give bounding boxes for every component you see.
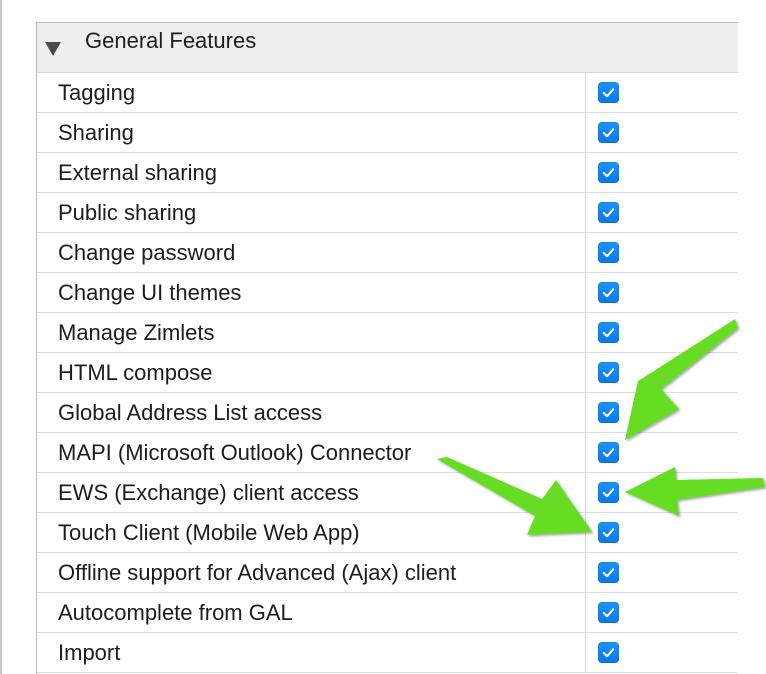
feature-checkbox-cell (586, 393, 738, 432)
checkbox-checked-icon[interactable] (598, 522, 619, 543)
feature-label: Global Address List access (37, 393, 586, 432)
checkbox-checked-icon[interactable] (598, 442, 619, 463)
feature-label: Offline support for Advanced (Ajax) clie… (37, 553, 586, 592)
feature-row-change-password: Change password (37, 233, 738, 273)
section-header[interactable]: General Features (37, 23, 738, 73)
feature-row-sharing: Sharing (37, 113, 738, 153)
feature-row-manage-zimlets: Manage Zimlets (37, 313, 738, 353)
checkbox-checked-icon[interactable] (598, 82, 619, 103)
checkbox-checked-icon[interactable] (598, 162, 619, 183)
feature-checkbox-cell (586, 473, 738, 512)
feature-checkbox-cell (586, 233, 738, 272)
collapse-triangle-icon[interactable] (45, 41, 61, 56)
feature-row-autocomplete-from-gal: Autocomplete from GAL (37, 593, 738, 633)
checkbox-checked-icon[interactable] (598, 282, 619, 303)
feature-label: MAPI (Microsoft Outlook) Connector (37, 433, 586, 472)
feature-checkbox-cell (586, 433, 738, 472)
feature-checkbox-cell (586, 73, 738, 112)
feature-row-global-address-list-access: Global Address List access (37, 393, 738, 433)
feature-row-html-compose: HTML compose (37, 353, 738, 393)
checkbox-checked-icon[interactable] (598, 122, 619, 143)
feature-checkbox-cell (586, 513, 738, 552)
feature-checkbox-cell (586, 353, 738, 392)
feature-label: Manage Zimlets (37, 313, 586, 352)
checkbox-checked-icon[interactable] (598, 602, 619, 623)
feature-row-external-sharing: External sharing (37, 153, 738, 193)
checkbox-checked-icon[interactable] (598, 642, 619, 663)
feature-row-mapi-connector: MAPI (Microsoft Outlook) Connector (37, 433, 738, 473)
feature-label: Tagging (37, 73, 586, 112)
feature-checkbox-cell (586, 633, 738, 672)
checkbox-checked-icon[interactable] (598, 362, 619, 383)
feature-row-touch-client: Touch Client (Mobile Web App) (37, 513, 738, 553)
checkbox-checked-icon[interactable] (598, 322, 619, 343)
feature-label: Change UI themes (37, 273, 586, 312)
general-features-panel: General Features Tagging Sharing Externa… (36, 22, 738, 674)
settings-page: General Features Tagging Sharing Externa… (0, 0, 766, 674)
feature-label: Public sharing (37, 193, 586, 232)
feature-checkbox-cell (586, 593, 738, 632)
feature-row-offline-support: Offline support for Advanced (Ajax) clie… (37, 553, 738, 593)
feature-label: Autocomplete from GAL (37, 593, 586, 632)
feature-row-tagging: Tagging (37, 73, 738, 113)
feature-row-public-sharing: Public sharing (37, 193, 738, 233)
feature-checkbox-cell (586, 193, 738, 232)
feature-label: Change password (37, 233, 586, 272)
checkbox-checked-icon[interactable] (598, 482, 619, 503)
checkbox-checked-icon[interactable] (598, 202, 619, 223)
checkbox-checked-icon[interactable] (598, 402, 619, 423)
feature-checkbox-cell (586, 313, 738, 352)
feature-checkbox-cell (586, 153, 738, 192)
feature-row-ews-client-access: EWS (Exchange) client access (37, 473, 738, 513)
feature-checkbox-cell (586, 553, 738, 592)
feature-label: EWS (Exchange) client access (37, 473, 586, 512)
feature-label: HTML compose (37, 353, 586, 392)
feature-checkbox-cell (586, 273, 738, 312)
checkbox-checked-icon[interactable] (598, 562, 619, 583)
feature-checkbox-cell (586, 113, 738, 152)
section-title: General Features (85, 27, 257, 53)
feature-label: External sharing (37, 153, 586, 192)
checkbox-checked-icon[interactable] (598, 242, 619, 263)
feature-row-change-ui-themes: Change UI themes (37, 273, 738, 313)
window-border (0, 0, 2, 674)
features-list: Tagging Sharing External sharing Public … (37, 73, 738, 673)
feature-label: Import (37, 633, 586, 672)
feature-label: Touch Client (Mobile Web App) (37, 513, 586, 552)
feature-row-import: Import (37, 633, 738, 673)
feature-label: Sharing (37, 113, 586, 152)
